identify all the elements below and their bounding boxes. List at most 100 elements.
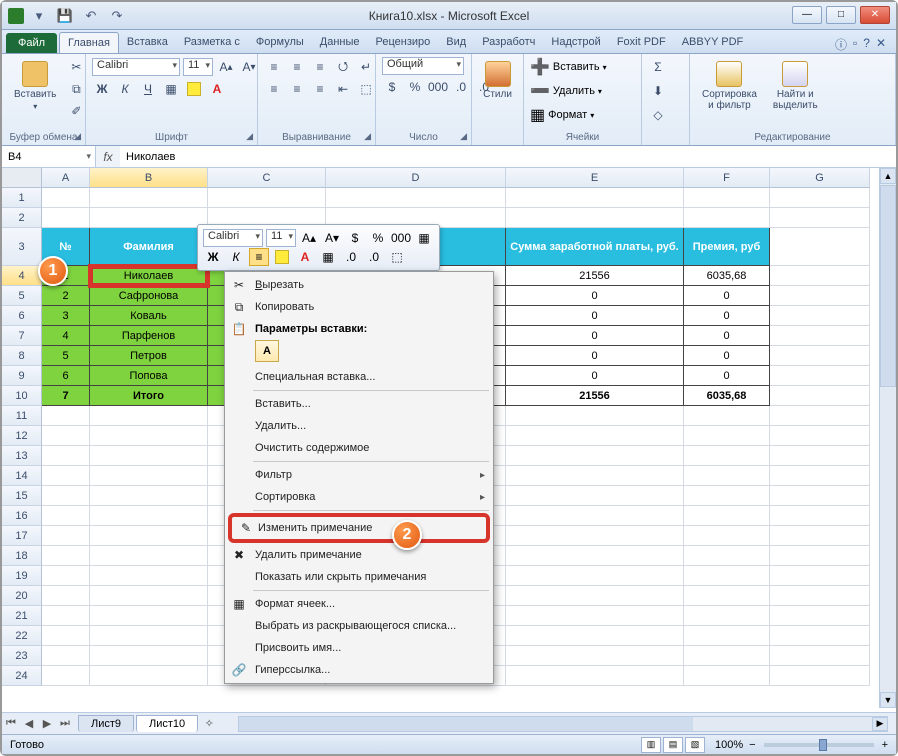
mini-dec-decimal-icon[interactable]: .0: [341, 248, 361, 266]
cell[interactable]: 5: [42, 346, 90, 366]
surname-cell[interactable]: Сафронова: [90, 286, 208, 306]
ribbon-tab-1[interactable]: Вставка: [119, 32, 176, 53]
cell[interactable]: [506, 626, 684, 646]
cell[interactable]: [90, 188, 208, 208]
cell[interactable]: [506, 486, 684, 506]
border-button[interactable]: ▦: [161, 79, 181, 99]
ribbon-tab-4[interactable]: Данные: [312, 32, 368, 53]
row-header-5[interactable]: 5: [2, 286, 42, 306]
cells-insert-icon[interactable]: ➕: [530, 57, 550, 77]
vscroll-thumb[interactable]: [880, 185, 896, 387]
surname-cell[interactable]: Николаев: [90, 266, 208, 286]
cell[interactable]: [770, 626, 870, 646]
cell[interactable]: [770, 486, 870, 506]
cell[interactable]: [684, 506, 770, 526]
col-header-E[interactable]: E: [506, 168, 684, 188]
cell[interactable]: 0: [506, 286, 684, 306]
row-header-12[interactable]: 12: [2, 426, 42, 446]
col-header-D[interactable]: D: [326, 168, 506, 188]
ribbon-tab-7[interactable]: Разработч: [474, 32, 543, 53]
cell[interactable]: [42, 466, 90, 486]
mini-font-combo[interactable]: Calibri: [203, 229, 263, 247]
mini-bold-button[interactable]: Ж: [203, 248, 223, 266]
mini-font-color-button[interactable]: A: [295, 248, 315, 266]
align-middle-icon[interactable]: ≡: [287, 57, 307, 77]
number-format-combo[interactable]: Общий: [382, 57, 464, 75]
cell[interactable]: [506, 606, 684, 626]
mini-percent-icon[interactable]: %: [368, 229, 388, 247]
cell[interactable]: [208, 188, 326, 208]
row-header-19[interactable]: 19: [2, 566, 42, 586]
underline-button[interactable]: Ч: [138, 79, 158, 99]
mini-comma-icon[interactable]: 000: [391, 229, 411, 247]
percent-icon[interactable]: %: [405, 77, 425, 97]
cell[interactable]: [90, 466, 208, 486]
sheet-nav-next-icon[interactable]: ▶: [38, 715, 56, 733]
align-bottom-icon[interactable]: ≡: [310, 57, 330, 77]
inc-decimal-icon[interactable]: .0: [451, 77, 471, 97]
cell[interactable]: [684, 666, 770, 686]
italic-button[interactable]: К: [115, 79, 135, 99]
cell[interactable]: [684, 626, 770, 646]
sheet-tab-Лист9[interactable]: Лист9: [78, 715, 134, 732]
cell[interactable]: [770, 526, 870, 546]
cell[interactable]: [770, 406, 870, 426]
cell[interactable]: [770, 306, 870, 326]
cell[interactable]: [506, 506, 684, 526]
ribbon-tab-10[interactable]: ABBYY PDF: [674, 32, 752, 53]
cell[interactable]: [684, 546, 770, 566]
comma-icon[interactable]: 000: [428, 77, 448, 97]
scroll-up-icon[interactable]: ▲: [880, 168, 896, 184]
cell[interactable]: 0: [684, 306, 770, 326]
cell[interactable]: [506, 466, 684, 486]
formula-input[interactable]: Николаев: [120, 146, 896, 167]
row-header-9[interactable]: 9: [2, 366, 42, 386]
sheet-nav-last-icon[interactable]: ⏭: [56, 715, 74, 733]
cell[interactable]: [770, 666, 870, 686]
cell[interactable]: [770, 586, 870, 606]
align-top-icon[interactable]: ≡: [264, 57, 284, 77]
cell[interactable]: 3: [42, 306, 90, 326]
col-header-G[interactable]: G: [770, 168, 870, 188]
ribbon-tab-2[interactable]: Разметка с: [176, 32, 248, 53]
maximize-button[interactable]: □: [826, 6, 856, 24]
cm-paste-special[interactable]: Специальная вставка...: [225, 366, 493, 388]
surname-cell[interactable]: Петров: [90, 346, 208, 366]
cm-delete[interactable]: Удалить...: [225, 415, 493, 437]
table-header[interactable]: Сумма заработной платы, руб.: [506, 228, 684, 266]
cell[interactable]: [42, 506, 90, 526]
ribbon-minimize-icon[interactable]: ▫: [853, 36, 857, 53]
cell[interactable]: [770, 566, 870, 586]
cell[interactable]: [684, 586, 770, 606]
cell[interactable]: [770, 426, 870, 446]
cm-define-name[interactable]: Присвоить имя...: [225, 637, 493, 659]
row-header-3[interactable]: 3: [2, 228, 42, 266]
cell[interactable]: [42, 526, 90, 546]
cell[interactable]: [506, 646, 684, 666]
qat-dropdown[interactable]: ▾: [28, 5, 50, 27]
cm-clear[interactable]: Очистить содержимое: [225, 437, 493, 459]
cell[interactable]: [90, 526, 208, 546]
cell[interactable]: [90, 446, 208, 466]
cell[interactable]: [42, 626, 90, 646]
ribbon-tab-3[interactable]: Формулы: [248, 32, 312, 53]
close-button[interactable]: ✕: [860, 6, 890, 24]
cell[interactable]: [42, 606, 90, 626]
find-select-button[interactable]: Найти и выделить: [767, 57, 824, 115]
cell[interactable]: [90, 208, 208, 228]
view-pagebreak-icon[interactable]: ▧: [685, 737, 705, 753]
name-box[interactable]: B4: [2, 146, 96, 167]
cell[interactable]: [684, 486, 770, 506]
zoom-out-icon[interactable]: −: [749, 739, 755, 751]
sheet-nav-prev-icon[interactable]: ◀: [20, 715, 38, 733]
cells-format-icon[interactable]: ▦: [530, 105, 545, 125]
cell[interactable]: [506, 406, 684, 426]
cells-delete-icon[interactable]: ➖: [530, 81, 550, 101]
cell[interactable]: 6: [42, 366, 90, 386]
scroll-right-icon[interactable]: ▶: [872, 717, 888, 731]
row-header-10[interactable]: 10: [2, 386, 42, 406]
row-header-13[interactable]: 13: [2, 446, 42, 466]
cell[interactable]: [770, 346, 870, 366]
cell[interactable]: 6035,68: [684, 266, 770, 286]
cell[interactable]: 0: [506, 346, 684, 366]
